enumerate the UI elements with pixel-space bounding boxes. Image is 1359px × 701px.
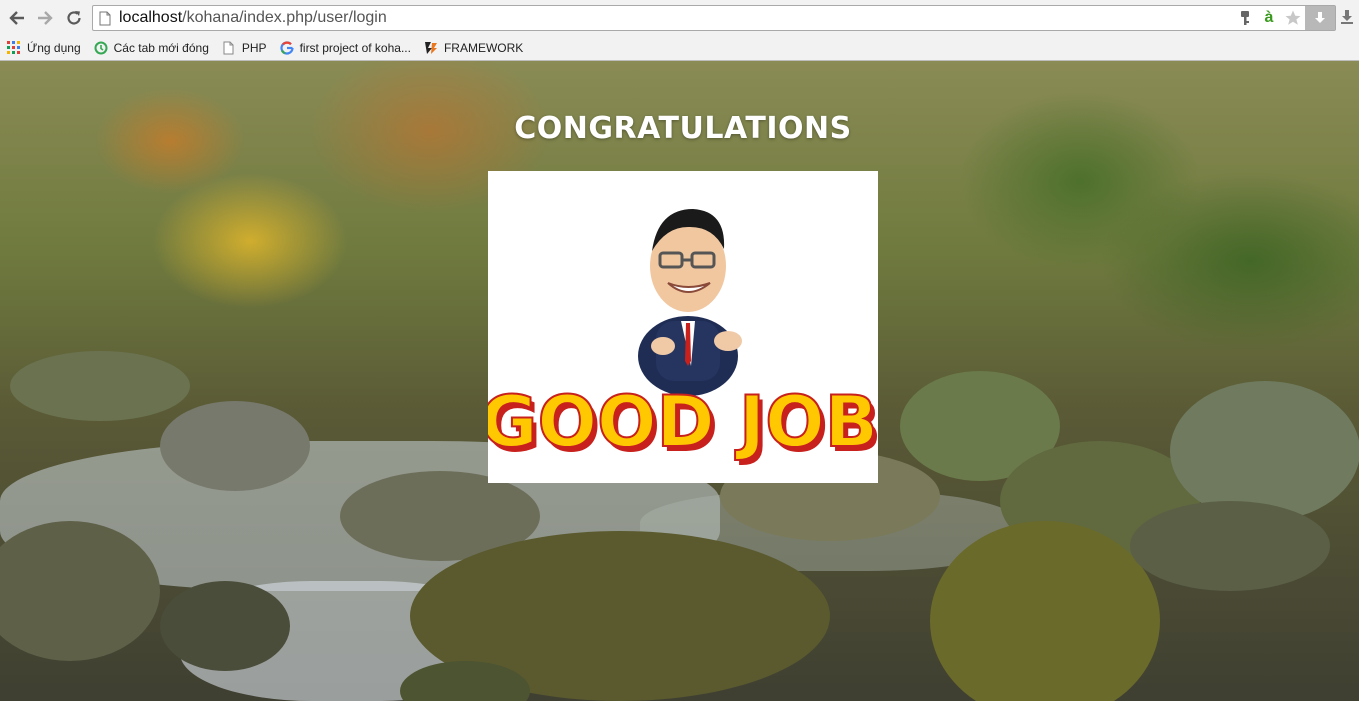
extension-a-icon[interactable]: à (1257, 6, 1281, 30)
bookmark-label: PHP (241, 41, 267, 55)
rock (160, 581, 290, 671)
bookmark-php[interactable]: PHP (222, 41, 267, 55)
page-icon (222, 41, 236, 55)
page-background: CONGRATULATIONS GOOD JOB GOOD JOB (0, 61, 1359, 701)
url-path: /kohana/index.php/user/login (182, 9, 387, 26)
omnibox-icons: à (1233, 6, 1335, 30)
bookmark-label: Các tab mới đóng (113, 41, 209, 55)
rock (1170, 381, 1359, 521)
star-icon[interactable] (1281, 6, 1305, 30)
reload-icon[interactable] (64, 8, 84, 28)
bookmark-apps[interactable]: Ứng dụng (7, 41, 81, 55)
rock (160, 401, 310, 491)
google-icon (279, 41, 294, 55)
bookmark-label: FRAMEWORK (443, 41, 524, 55)
page-title: CONGRATULATIONS (514, 111, 852, 146)
url-text[interactable]: localhost/kohana/index.php/user/login (119, 9, 387, 27)
good-job-image: GOOD JOB GOOD JOB (479, 171, 882, 483)
page-icon (99, 11, 111, 31)
bookmark-label: Ứng dụng (27, 41, 81, 55)
forward-arrow-icon[interactable] (35, 8, 55, 28)
key-icon[interactable] (1233, 6, 1257, 30)
bookmarks-bar: Ứng dụng Các tab mới đóng PHP first proj… (0, 36, 1359, 61)
good-job-illustration: GOOD JOB GOOD JOB (479, 209, 882, 468)
extension-a-label: à (1264, 9, 1274, 26)
good-job-text: GOOD JOB (488, 381, 878, 463)
download-badge-icon[interactable] (1305, 6, 1335, 30)
download-icon[interactable] (1339, 9, 1355, 30)
bookmark-label: first project of koha... (299, 41, 411, 55)
apps-grid-icon (7, 41, 21, 55)
recent-tabs-icon (94, 41, 108, 55)
address-bar[interactable]: localhost/kohana/index.php/user/login à (92, 5, 1336, 31)
framework-icon (424, 41, 438, 55)
browser-toolbar: localhost/kohana/index.php/user/login à (0, 0, 1359, 36)
bookmark-recent-tabs[interactable]: Các tab mới đóng (94, 41, 209, 55)
url-host: localhost (119, 9, 183, 26)
bookmark-framework[interactable]: FRAMEWORK (424, 41, 523, 55)
rock (1130, 501, 1330, 591)
bookmark-first-project[interactable]: first project of koha... (279, 41, 411, 55)
rock (10, 351, 190, 421)
back-arrow-icon[interactable] (7, 8, 27, 28)
